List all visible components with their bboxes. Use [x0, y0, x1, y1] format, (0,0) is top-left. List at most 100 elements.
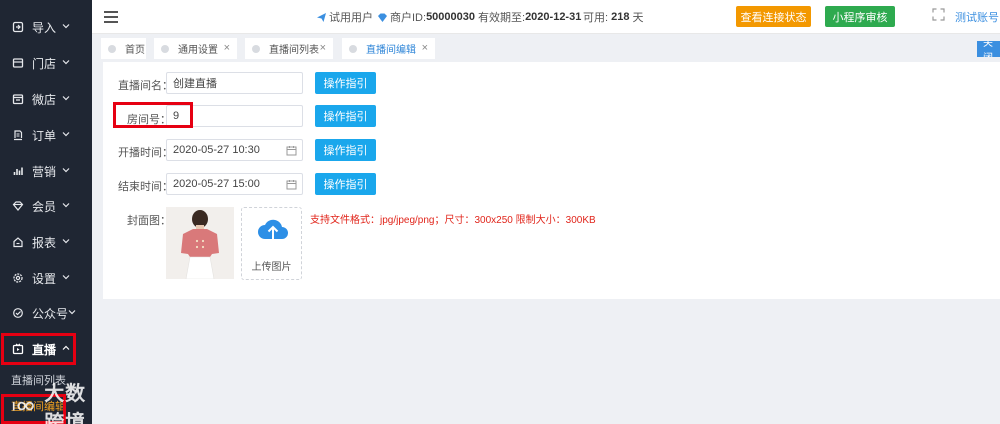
sidebar-item-report[interactable]: 报表 — [0, 224, 92, 260]
store-icon — [12, 57, 24, 69]
tab-close-icon[interactable]: × — [422, 42, 428, 54]
sidebar-item-label: 导入 — [32, 20, 57, 35]
tab-label: 通用设置 — [178, 45, 218, 56]
merchant-info: 商户ID: 50000030 — [377, 9, 475, 25]
user-type: 试用用户 — [316, 9, 373, 25]
calendar-icon[interactable] — [286, 179, 297, 190]
chevron-down-icon — [68, 310, 76, 315]
tab-room-edit[interactable]: 直播间编辑 × — [342, 38, 435, 59]
room-name-label: 直播间名： — [118, 80, 173, 92]
sidebar-item-store[interactable]: 门店 — [0, 45, 92, 81]
tab-bar: 首页 通用设置 × 直播间列表 × 直播间编辑 × 关闭 — [92, 35, 1000, 61]
chevron-down-icon — [62, 203, 70, 208]
diamond-icon — [378, 13, 387, 22]
tab-home[interactable]: 首页 — [101, 38, 146, 59]
check-connection-button[interactable]: 查看连接状态 — [736, 6, 811, 27]
sidebar-item-label: 公众号 — [32, 306, 69, 321]
chart-icon — [12, 165, 24, 177]
tab-dot — [252, 44, 260, 53]
chevron-down-icon — [62, 96, 70, 101]
expiry-date: 2020-12-31 — [525, 11, 582, 23]
sidebar-item-order[interactable]: 订单 — [0, 117, 92, 153]
watermark: 大数跨境 — [12, 383, 92, 424]
guide-button[interactable]: 操作指引 — [315, 72, 376, 94]
sidebar: 导入 门店 微店 订单 营销 会员 报表 设置 公众号 直播 直播间列表 直播间… — [0, 0, 92, 424]
highlight-box-room-no — [113, 102, 193, 128]
upload-image-button[interactable]: 上传图片 — [241, 207, 302, 280]
upload-label: 上传图片 — [251, 262, 292, 273]
sidebar-item-label: 设置 — [32, 271, 57, 286]
sidebar-item-settings[interactable]: 设置 — [0, 260, 92, 296]
tab-label: 直播间编辑 — [366, 45, 416, 56]
sidebar-item-label: 营销 — [32, 164, 57, 179]
import-icon — [12, 21, 24, 33]
chevron-down-icon — [62, 275, 70, 280]
tab-dot — [108, 44, 116, 53]
close-tabs-button[interactable]: 关闭 — [977, 41, 1000, 57]
tab-dot — [349, 44, 357, 53]
room-name-input[interactable]: 创建直播 — [166, 72, 303, 94]
chevron-down-icon — [62, 60, 70, 65]
watermark-logo-icon — [12, 401, 34, 411]
merchant-id: 50000030 — [426, 11, 476, 23]
tab-label: 首页 — [125, 45, 145, 56]
guide-button[interactable]: 操作指引 — [315, 173, 376, 195]
tab-close-icon[interactable]: × — [224, 42, 230, 54]
merchant-label: 商户ID: — [390, 12, 427, 24]
tab-dot — [161, 44, 169, 53]
guide-button[interactable]: 操作指引 — [315, 105, 376, 127]
gear-icon — [12, 272, 24, 284]
end-time-label: 结束时间： — [118, 181, 173, 193]
wechat-icon — [12, 307, 24, 319]
sidebar-item-label: 报表 — [32, 235, 57, 250]
sidebar-item-wechat[interactable]: 公众号 — [0, 295, 92, 331]
days-unit: 天 — [632, 12, 644, 24]
available-days: 218 — [611, 11, 630, 23]
sidebar-item-import[interactable]: 导入 — [0, 9, 92, 45]
miniprogram-review-button[interactable]: 小程序审核 — [825, 6, 895, 27]
chevron-down-icon — [62, 168, 70, 173]
upload-hint: 支持文件格式：jpg/jpeg/png；尺寸：300x250 限制大小：300K… — [310, 215, 596, 226]
calendar-icon[interactable] — [286, 145, 297, 156]
chevron-down-icon — [62, 132, 70, 137]
fullscreen-icon[interactable] — [932, 8, 945, 21]
sidebar-item-label: 门店 — [32, 56, 57, 71]
main-panel: 直播间名： 创建直播 操作指引 房间号： 9 操作指引 开播时间： 2020-0… — [103, 62, 1000, 299]
report-icon — [12, 236, 24, 248]
available-label: 可用: — [583, 12, 609, 24]
tab-room-list[interactable]: 直播间列表 × — [245, 38, 333, 59]
tab-general-settings[interactable]: 通用设置 × — [154, 38, 237, 59]
start-time-value: 2020-05-27 10:30 — [173, 144, 260, 156]
topbar: 试用用户 商户ID: 50000030 有效期至: 2020-12-31 可用: 2… — [92, 0, 1000, 34]
cover-photo-image — [166, 207, 234, 279]
tab-label: 直播间列表 — [269, 45, 319, 56]
watermark-text: 大数跨境 — [44, 383, 87, 424]
sidebar-item-member[interactable]: 会员 — [0, 188, 92, 224]
microstore-icon — [12, 93, 24, 105]
user-type-label: 试用用户 — [329, 12, 373, 24]
account-name[interactable]: 测试账号 — [955, 9, 999, 25]
start-time-input[interactable]: 2020-05-27 10:30 — [166, 139, 303, 161]
expiry-info: 有效期至: 2020-12-31 — [478, 9, 581, 25]
expiry-label: 有效期至: — [478, 12, 526, 24]
sidebar-item-microstore[interactable]: 微店 — [0, 81, 92, 117]
available-info: 可用: 218 天 — [583, 9, 644, 25]
chevron-down-icon — [62, 239, 70, 244]
upload-cloud-icon — [258, 219, 288, 239]
cover-image-thumbnail[interactable] — [166, 207, 234, 279]
highlight-box-live-menu — [1, 333, 76, 365]
end-time-value: 2020-05-27 15:00 — [173, 178, 260, 190]
sidebar-item-label: 会员 — [32, 199, 57, 214]
sidebar-item-label: 订单 — [32, 128, 57, 143]
sidebar-item-marketing[interactable]: 营销 — [0, 153, 92, 189]
send-icon — [317, 12, 326, 22]
menu-toggle-icon[interactable] — [104, 11, 118, 23]
sidebar-item-label: 微店 — [32, 92, 57, 107]
chevron-down-icon — [62, 24, 70, 29]
order-icon — [12, 129, 24, 141]
guide-button[interactable]: 操作指引 — [315, 139, 376, 161]
end-time-input[interactable]: 2020-05-27 15:00 — [166, 173, 303, 195]
cover-label: 封面图： — [127, 215, 171, 227]
tab-close-icon[interactable]: × — [320, 42, 326, 54]
diamond-icon — [12, 200, 24, 212]
